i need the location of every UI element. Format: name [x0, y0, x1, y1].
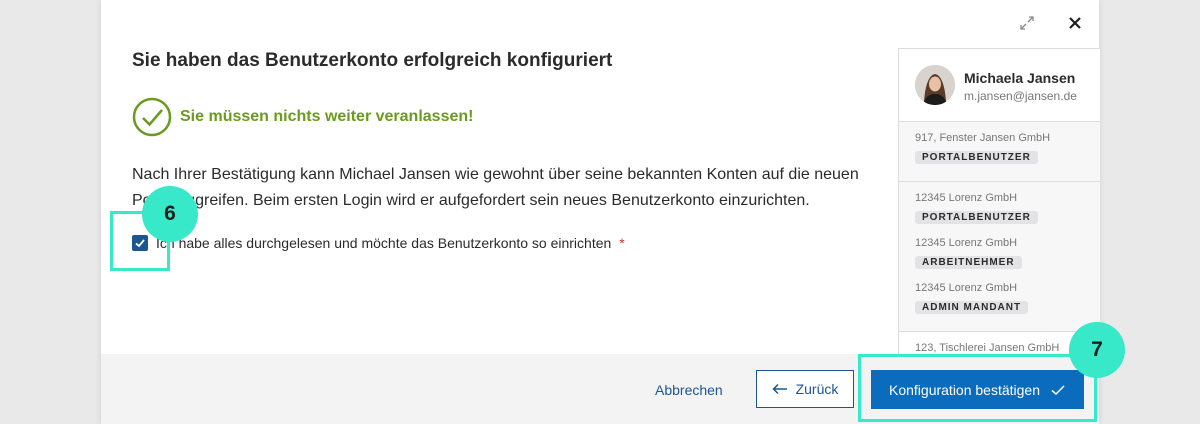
role-badge: PORTALBENUTZER [915, 211, 1038, 224]
check-circle-icon [132, 97, 172, 137]
account-company: 12345 Lorenz GmbH [915, 282, 1018, 294]
checkbox-label: Ich habe alles durchgelesen und möchte d… [156, 235, 625, 251]
user-profile: Michaela Jansen m.jansen@jansen.de [899, 49, 1100, 122]
required-marker: * [619, 235, 625, 251]
list-item: 917, Fenster Jansen GmbH PORTALBENUTZER [915, 130, 1100, 165]
arrow-left-icon [772, 383, 787, 395]
confirm-button-highlight [858, 354, 1097, 422]
account-company: 917, Fenster Jansen GmbH [915, 132, 1051, 144]
profile-email: m.jansen@jansen.de [964, 89, 1077, 103]
dialog-title: Sie haben das Benutzerkonto erfolgreich … [132, 50, 613, 71]
confirmation-description: Nach Ihrer Bestätigung kann Michael Jans… [132, 166, 859, 209]
cancel-button[interactable]: Abbrechen [645, 381, 733, 399]
avatar [915, 65, 955, 105]
back-button[interactable]: Zurück [756, 370, 854, 408]
close-icon[interactable] [1066, 14, 1084, 32]
role-badge: ADMIN MANDANT [915, 301, 1029, 314]
account-group: 917, Fenster Jansen GmbH PORTALBENUTZER [899, 122, 1100, 182]
user-accounts-panel: Michaela Jansen m.jansen@jansen.de 917, … [898, 48, 1100, 355]
step-badge-checkbox: 6 [142, 186, 198, 242]
role-badge: PORTALBENUTZER [915, 151, 1038, 164]
account-company: 12345 Lorenz GmbH [915, 237, 1018, 249]
list-item: 12345 Lorenz GmbH ADMIN MANDANT [915, 280, 1100, 315]
step-badge-confirm: 7 [1069, 322, 1125, 378]
account-group: 12345 Lorenz GmbH PORTALBENUTZER 12345 L… [899, 182, 1100, 332]
list-item: 12345 Lorenz GmbH ARBEITNEHMER [915, 235, 1100, 270]
account-company: 12345 Lorenz GmbH [915, 192, 1018, 204]
back-button-label: Zurück [795, 381, 839, 397]
profile-name: Michaela Jansen [964, 70, 1076, 86]
role-badge: ARBEITNEHMER [915, 256, 1022, 269]
list-item: 12345 Lorenz GmbH PORTALBENUTZER [915, 190, 1100, 225]
success-message: Sie müssen nichts weiter veranlassen! [180, 108, 474, 125]
expand-icon[interactable] [1018, 14, 1036, 32]
